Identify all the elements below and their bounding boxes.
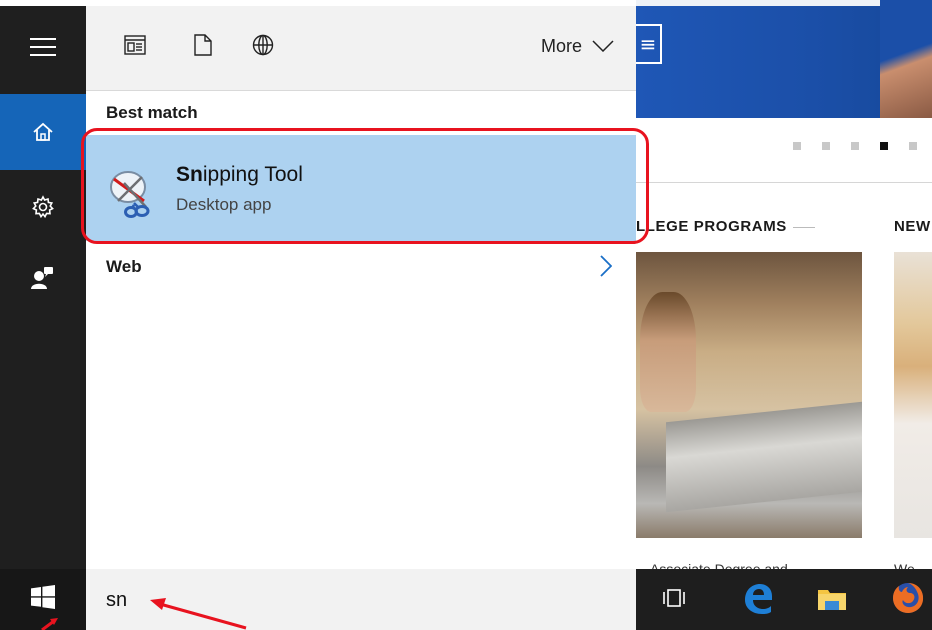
task-view-icon — [662, 588, 686, 613]
search-box[interactable] — [86, 569, 636, 630]
section-heading-new: NEW — [894, 218, 931, 235]
search-input[interactable] — [106, 587, 606, 613]
background-menu-icon: ≡ — [636, 24, 662, 64]
documents-filter-icon — [194, 33, 212, 61]
documents-filter-button[interactable] — [190, 33, 216, 61]
start-menu-rail — [0, 6, 86, 569]
settings-button[interactable] — [0, 176, 86, 238]
feedback-person-icon — [30, 264, 56, 290]
web-filter-icon — [252, 34, 274, 61]
best-match-header: Best match — [106, 103, 198, 122]
windows-logo-icon — [31, 585, 55, 614]
gear-icon — [31, 195, 55, 219]
apps-filter-button[interactable] — [122, 34, 148, 60]
feedback-button[interactable] — [0, 246, 86, 308]
carousel-dot[interactable] — [909, 142, 917, 150]
more-filters-label: More — [540, 36, 582, 56]
carousel-dot[interactable] — [851, 142, 859, 150]
file-explorer-button[interactable] — [810, 579, 854, 621]
web-filter-button[interactable] — [250, 34, 276, 60]
chevron-down-icon — [592, 36, 614, 57]
chevron-right-icon — [600, 255, 613, 282]
home-button[interactable] — [0, 94, 86, 170]
search-filter-bar: More — [86, 6, 636, 90]
firefox-button[interactable] — [886, 579, 930, 621]
expand-menu-button[interactable] — [0, 16, 86, 78]
taskbar — [0, 569, 932, 630]
background-divider — [636, 182, 932, 183]
more-filters-dropdown[interactable]: More — [541, 36, 614, 57]
apps-filter-icon — [124, 34, 146, 60]
home-icon — [32, 121, 54, 143]
web-results-row[interactable]: Web — [86, 241, 636, 295]
task-view-button[interactable] — [652, 579, 696, 621]
carousel-dot-active[interactable] — [880, 142, 888, 150]
start-button[interactable] — [0, 569, 86, 630]
carousel-dot[interactable] — [822, 142, 830, 150]
background-banner-image — [880, 0, 932, 118]
search-results-panel: More Best match Snipping Tool Desktop ap… — [86, 6, 636, 569]
web-header: Web — [106, 257, 142, 276]
news-photo[interactable] — [894, 252, 932, 538]
hamburger-menu-icon — [30, 37, 56, 57]
carousel-dots[interactable] — [793, 142, 917, 150]
carousel-dot[interactable] — [793, 142, 801, 150]
programs-photo[interactable] — [636, 252, 862, 538]
firefox-icon — [891, 581, 925, 620]
section-heading-programs: LLEGE PROGRAMS — [636, 218, 815, 235]
edge-browser-button[interactable] — [736, 579, 780, 621]
edge-icon — [741, 581, 775, 620]
annotation-highlight-box — [81, 128, 649, 244]
file-explorer-icon — [817, 585, 847, 616]
